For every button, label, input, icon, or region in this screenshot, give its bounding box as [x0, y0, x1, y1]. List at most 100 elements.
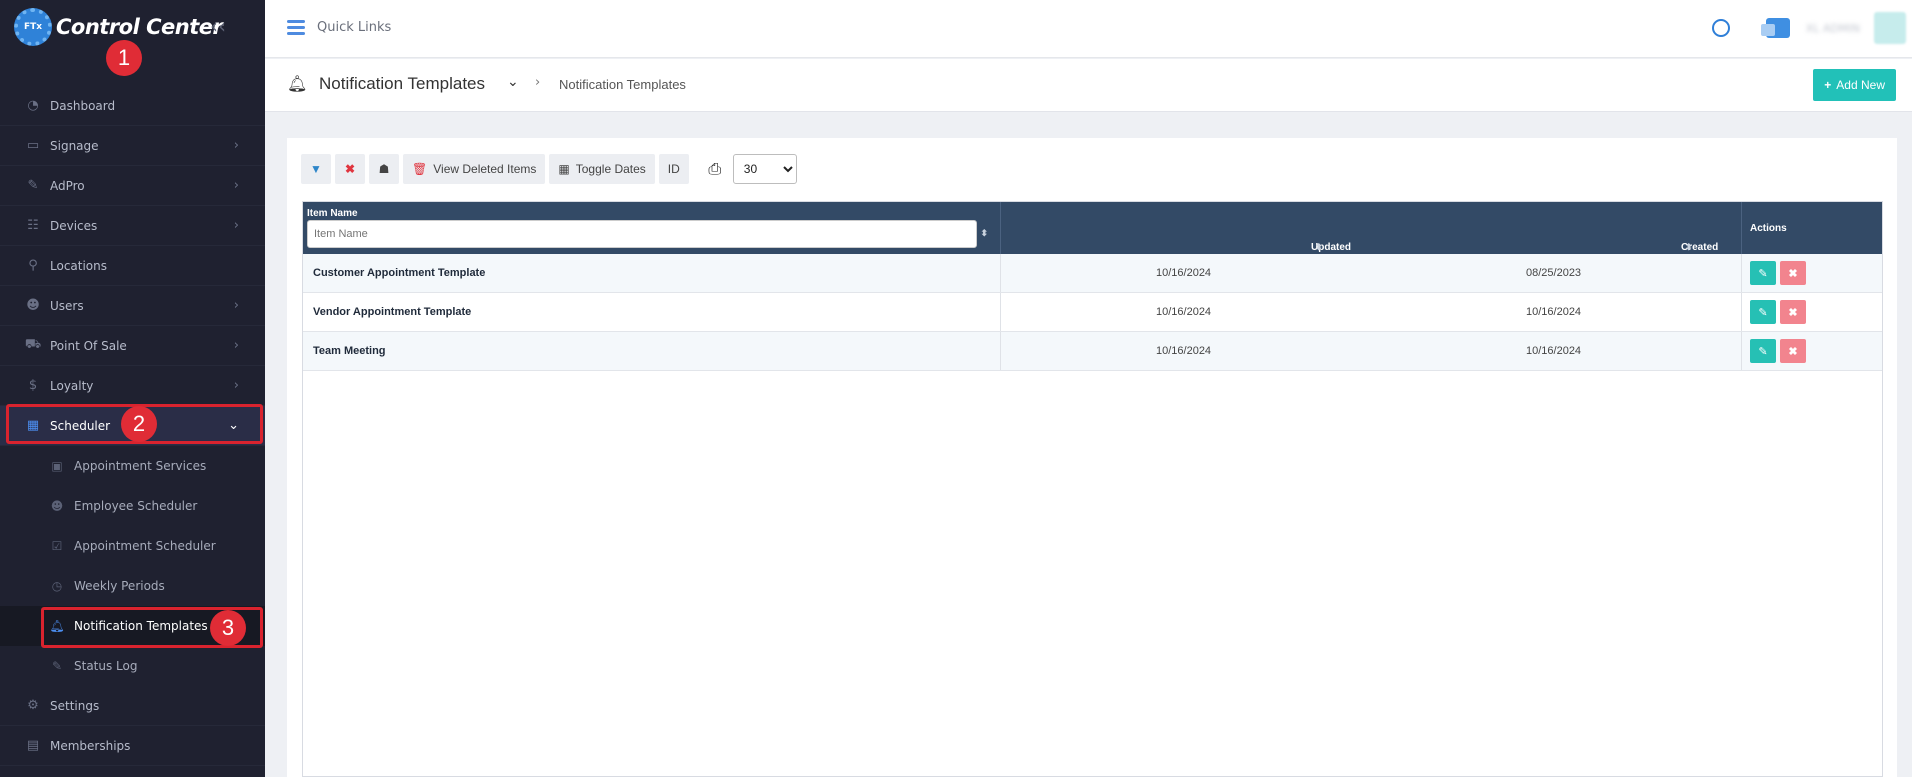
toggle-dates-label: Toggle Dates [575, 162, 646, 176]
clear-filter-button[interactable]: ✖ [335, 154, 365, 184]
delete-button[interactable]: ✖ [1780, 261, 1806, 285]
search-icon[interactable] [1711, 19, 1730, 37]
sidebar-subitem-label: Employee Scheduler [74, 499, 198, 513]
chevron-right-icon: › [233, 338, 239, 353]
user-name[interactable]: XL ADMIN [1806, 22, 1860, 35]
quick-links[interactable]: Quick Links [287, 17, 391, 38]
column-header-updated-created: Updated ⬍ Created ⬍ [1001, 202, 1742, 254]
sidebar-item-point-of-sale[interactable]: ⛟ Point Of Sale › [0, 326, 265, 366]
sidebar-item-label: Signage [50, 138, 99, 153]
monitor-icon: ▭ [26, 138, 40, 153]
delete-button[interactable]: ✖ [1780, 300, 1806, 324]
add-new-label: Add New [1836, 78, 1885, 92]
cell-created: 10/16/2024 [1526, 306, 1582, 318]
close-icon: ✖ [1788, 306, 1798, 319]
cell-updated: 10/16/2024 [1156, 306, 1212, 318]
cell-item-name[interactable]: Team Meeting [303, 332, 1001, 370]
cell-updated: 10/16/2024 [1156, 267, 1212, 279]
quick-links-label: Quick Links [317, 20, 392, 35]
delete-button[interactable]: ✖ [1780, 339, 1806, 363]
collapse-sidebar-icon[interactable]: ‹‹ [210, 14, 226, 38]
annotation-badge-2: 2 [121, 406, 157, 442]
sidebar-item-users[interactable]: ☻ Users › [0, 286, 265, 326]
item-name-filter-input[interactable] [307, 220, 977, 248]
chevron-right-icon: › [233, 138, 239, 153]
sidebar-subitem-label: Weekly Periods [74, 579, 165, 593]
id-label: ID [667, 162, 680, 176]
sidebar-item-label: AdPro [50, 178, 85, 193]
table-toolbar: ▼ ✖ ☗ 🗑︎ View Deleted Items ▦ Toggle Dates… [301, 154, 797, 184]
sidebar-subitem-appointment-services[interactable]: ▣ Appointment Services [0, 446, 265, 486]
print-icon[interactable]: ⎙ [701, 159, 729, 179]
cell-created: 10/16/2024 [1526, 345, 1582, 357]
sidebar-item-label: Devices [50, 218, 98, 233]
dollar-icon: $ [28, 378, 38, 393]
gear-icon: ⚙ [27, 698, 39, 713]
column-label: Item Name [307, 208, 358, 219]
calendar-check-icon: ☑ [51, 539, 63, 553]
page-size-select[interactable]: 30 [732, 154, 797, 184]
filter-icon: ▼ [310, 162, 322, 176]
chevron-right-icon: › [233, 178, 239, 193]
view-deleted-button[interactable]: 🗑︎ View Deleted Items [403, 154, 546, 184]
user-secret-button[interactable]: ☗ [369, 154, 399, 184]
add-new-button[interactable]: + Add New [1813, 69, 1896, 101]
table-row[interactable]: Customer Appointment Template 10/16/2024… [303, 254, 1882, 293]
table-row[interactable]: Team Meeting 10/16/2024 10/16/2024 ✎ ✖ [303, 332, 1882, 371]
sidebar-subitem-status-log[interactable]: ✎ Status Log [0, 646, 265, 686]
cell-created: 08/25/2023 [1526, 267, 1582, 279]
sidebar-subitem-appointment-scheduler[interactable]: ☑ Appointment Scheduler [0, 526, 265, 566]
sidebar-item-locations[interactable]: ⚲ Locations [0, 246, 265, 286]
edit-button[interactable]: ✎ [1750, 339, 1776, 363]
sidebar-item-devices[interactable]: ☷ Devices › [0, 206, 265, 246]
id-toggle-button[interactable]: ID [658, 154, 689, 184]
annotation-badge-3: 3 [210, 610, 246, 646]
bell-icon: 🔔︎ [287, 74, 308, 93]
edit-icon: ✎ [51, 659, 63, 673]
sidebar-item-label: Point Of Sale [50, 338, 127, 353]
messages-icon[interactable] [1760, 18, 1790, 38]
column-header-actions: Actions [1742, 202, 1882, 254]
sidebar-item-memberships[interactable]: ▤ Memberships [0, 726, 265, 766]
map-pin-icon: ⚲ [28, 258, 38, 273]
sort-icon: ⬍ [1315, 242, 1323, 252]
user-secret-icon: ☗ [378, 162, 390, 176]
sidebar-item-adpro[interactable]: ✎ AdPro › [0, 166, 265, 206]
edit-button[interactable]: ✎ [1750, 261, 1776, 285]
sidebar-item-dashboard[interactable]: ◔ Dashboard [0, 86, 265, 126]
dashboard-icon: ◔ [27, 98, 39, 113]
brand-name: Control Center [56, 15, 223, 39]
cell-item-name[interactable]: Vendor Appointment Template [303, 293, 1001, 331]
cell-dates: 10/16/2024 10/16/2024 [1001, 293, 1742, 331]
breadcrumb[interactable]: Notification Templates [559, 77, 686, 92]
devices-icon: ☷ [27, 218, 39, 233]
sidebar-item-signage[interactable]: ▭ Signage › [0, 126, 265, 166]
logo-gear-icon: FTx [14, 8, 52, 46]
id-card-icon: ▤ [26, 738, 40, 753]
calendar-icon: ▦ [558, 162, 570, 176]
close-icon: ✖ [1788, 345, 1798, 358]
close-icon: ✖ [1788, 267, 1798, 280]
users-icon: ☻ [26, 298, 40, 313]
edit-button[interactable]: ✎ [1750, 300, 1776, 324]
sidebar-item-loyalty[interactable]: $ Loyalty › [0, 366, 265, 406]
view-deleted-label: View Deleted Items [433, 162, 537, 176]
chevron-down-icon[interactable]: ⌄ [507, 74, 519, 90]
cell-actions: ✎ ✖ [1742, 293, 1882, 331]
sidebar-subitem-label: Status Log [74, 659, 138, 673]
sidebar-item-label: Memberships [50, 738, 131, 753]
top-bar: Quick Links XL ADMIN [265, 0, 1912, 58]
avatar[interactable] [1874, 12, 1906, 44]
column-header-item-name: Item Name ⬍ [303, 202, 1001, 254]
toggle-dates-button[interactable]: ▦ Toggle Dates [549, 154, 655, 184]
sort-icon[interactable]: ⬍ [980, 228, 988, 239]
cell-item-name[interactable]: Customer Appointment Template [303, 254, 1001, 292]
sidebar-subitem-employee-scheduler[interactable]: ☻ Employee Scheduler [0, 486, 265, 526]
sidebar-subitem-weekly-periods[interactable]: ◷ Weekly Periods [0, 566, 265, 606]
sidebar-item-settings[interactable]: ⚙ Settings [0, 686, 265, 726]
filter-button[interactable]: ▼ [301, 154, 331, 184]
chevron-right-icon: › [233, 378, 239, 393]
cell-dates: 10/16/2024 08/25/2023 [1001, 254, 1742, 292]
table-row[interactable]: Vendor Appointment Template 10/16/2024 1… [303, 293, 1882, 332]
user-clock-icon: ☻ [50, 499, 64, 513]
